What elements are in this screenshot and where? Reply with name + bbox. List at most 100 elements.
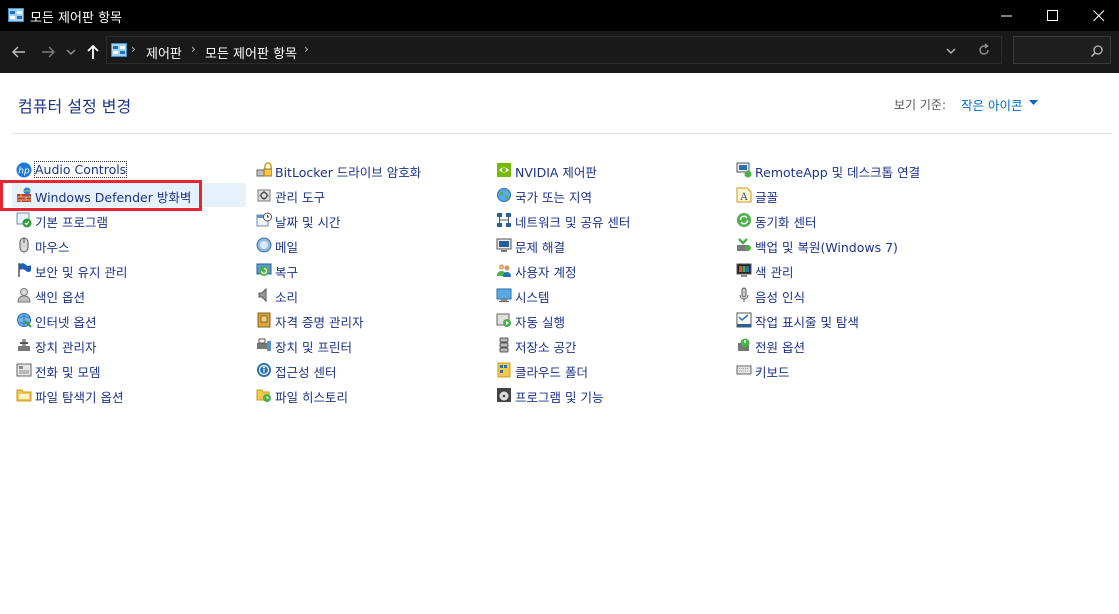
- credential-icon: [257, 312, 271, 328]
- recent-locations-button[interactable]: [64, 41, 78, 63]
- item-mail[interactable]: 메일: [252, 233, 486, 257]
- network-icon: [497, 213, 511, 227]
- minimize-icon: [1001, 15, 1012, 17]
- item-devices-printers[interactable]: 장치 및 프린터: [252, 333, 486, 357]
- item-speech-recognition[interactable]: 음성 인식: [732, 283, 966, 307]
- item-sync-center[interactable]: 동기화 센터: [732, 208, 966, 232]
- item-taskbar-navigation[interactable]: 작업 표시줄 및 탐색: [732, 308, 966, 332]
- minimize-button[interactable]: [984, 0, 1030, 31]
- date-time-icon: [256, 212, 272, 227]
- item-audio-controls[interactable]: hp Audio Controls: [12, 158, 246, 182]
- programs-icon: [497, 388, 511, 402]
- item-credential-manager[interactable]: 자격 증명 관리자: [252, 308, 486, 332]
- printer-icon: [257, 338, 271, 351]
- nvidia-icon: [497, 163, 511, 177]
- breadcrumb-all-items[interactable]: 모든 제어판 항목: [205, 43, 297, 62]
- address-field[interactable]: › 제어판 › 모든 제어판 항목 ›: [106, 36, 1002, 64]
- item-administrative-tools[interactable]: 관리 도구: [252, 183, 486, 207]
- keyboard-icon: [736, 365, 752, 375]
- item-file-history[interactable]: 파일 히스토리: [252, 383, 486, 407]
- work-folders-icon: [497, 362, 511, 378]
- power-icon: [738, 338, 750, 351]
- item-mouse[interactable]: 마우스: [12, 233, 246, 257]
- item-work-folders[interactable]: 클라우드 폴더: [492, 358, 726, 382]
- microphone-icon: [739, 287, 749, 302]
- accessibility-icon: [257, 363, 271, 377]
- breadcrumb-separator-icon[interactable]: ›: [191, 42, 196, 56]
- item-autoplay[interactable]: 자동 실행: [492, 308, 726, 332]
- maximize-button[interactable]: [1030, 0, 1076, 31]
- autoplay-icon: [496, 313, 511, 327]
- mouse-icon: [19, 237, 29, 253]
- folder-options-icon: [16, 389, 32, 402]
- item-user-accounts[interactable]: 사용자 계정: [492, 258, 726, 282]
- item-troubleshooting[interactable]: 문제 해결: [492, 233, 726, 257]
- admin-tools-icon: [257, 189, 271, 202]
- item-network-sharing-center[interactable]: 네트워크 및 공유 센터: [492, 208, 726, 232]
- item-internet-options[interactable]: 인터넷 옵션: [12, 308, 246, 332]
- window-title: 모든 제어판 항목: [30, 11, 122, 26]
- item-color-management[interactable]: 색 관리: [732, 258, 966, 282]
- item-ease-of-access[interactable]: 접근성 센터: [252, 358, 486, 382]
- item-backup-restore[interactable]: 백업 및 복원(Windows 7): [732, 233, 966, 257]
- item-sound[interactable]: 소리: [252, 283, 486, 307]
- back-button[interactable]: [8, 41, 30, 63]
- chevron-down-icon: [66, 49, 76, 55]
- control-panel-icon: [8, 8, 24, 22]
- arrow-right-icon: [42, 46, 56, 58]
- item-date-time[interactable]: 날짜 및 시간: [252, 208, 486, 232]
- arrow-up-icon: [87, 44, 99, 59]
- remoteapp-icon: [736, 162, 752, 178]
- item-phone-modem[interactable]: 전화 및 모뎀: [12, 358, 246, 382]
- close-button[interactable]: [1076, 0, 1119, 31]
- item-region[interactable]: 국가 또는 지역: [492, 183, 726, 207]
- troubleshoot-icon: [496, 238, 512, 252]
- hp-icon: hp: [16, 162, 32, 178]
- item-device-manager[interactable]: 장치 관리자: [12, 333, 246, 357]
- item-storage-spaces[interactable]: 저장소 공간: [492, 333, 726, 357]
- item-security-maintenance[interactable]: 보안 및 유지 관리: [12, 258, 246, 282]
- chevron-down-icon[interactable]: [945, 45, 957, 57]
- caret-down-icon[interactable]: [1029, 100, 1038, 106]
- maximize-icon: [1047, 10, 1058, 21]
- system-icon: [496, 288, 512, 302]
- up-button[interactable]: [82, 41, 104, 63]
- item-bitlocker[interactable]: BitLocker 드라이브 암호화: [252, 158, 486, 182]
- mail-icon: [256, 237, 272, 253]
- item-default-programs[interactable]: 기본 프로그램: [12, 208, 246, 232]
- breadcrumb-control-panel[interactable]: 제어판: [146, 43, 182, 62]
- item-programs-features[interactable]: 프로그램 및 기능: [492, 383, 726, 407]
- device-manager-icon: [18, 339, 30, 351]
- item-recovery[interactable]: 복구: [252, 258, 486, 282]
- bitlocker-icon: [256, 162, 272, 177]
- file-history-icon: [256, 389, 271, 402]
- refresh-icon[interactable]: [977, 43, 991, 57]
- sound-icon: [258, 287, 267, 303]
- item-power-options[interactable]: 전원 옵션: [732, 333, 966, 357]
- breadcrumb-separator-icon[interactable]: ›: [304, 42, 309, 56]
- item-remoteapp[interactable]: RemoteApp 및 데스크톱 연결: [732, 158, 966, 182]
- sync-icon: [737, 213, 751, 227]
- search-input[interactable]: [1013, 36, 1111, 64]
- search-icon: [1090, 45, 1103, 58]
- item-fonts[interactable]: A 글꼴: [732, 183, 966, 207]
- color-management-icon: [736, 263, 752, 277]
- breadcrumb-separator-icon[interactable]: ›: [131, 42, 136, 56]
- close-icon: [1093, 10, 1105, 22]
- forward-button[interactable]: [37, 41, 59, 63]
- header-divider: [12, 133, 1112, 134]
- item-indexing-options[interactable]: 색인 옵션: [12, 283, 246, 307]
- control-panel-icon: [111, 43, 127, 57]
- view-by-dropdown[interactable]: 작은 아이콘: [961, 95, 1022, 114]
- fonts-icon: A: [736, 187, 752, 203]
- item-file-explorer-options[interactable]: 파일 탐색기 옵션: [12, 383, 246, 407]
- default-programs-icon: [16, 212, 32, 228]
- annotation-highlight: [0, 180, 202, 211]
- svg-text:hp: hp: [18, 167, 30, 177]
- region-icon: [497, 188, 511, 202]
- item-nvidia-control-panel[interactable]: NVIDIA 제어판: [492, 158, 726, 182]
- item-keyboard[interactable]: 키보드: [732, 358, 966, 382]
- item-system[interactable]: 시스템: [492, 283, 726, 307]
- phone-modem-icon: [16, 363, 32, 377]
- navigation-bar: › 제어판 › 모든 제어판 항목 ›: [0, 31, 1119, 73]
